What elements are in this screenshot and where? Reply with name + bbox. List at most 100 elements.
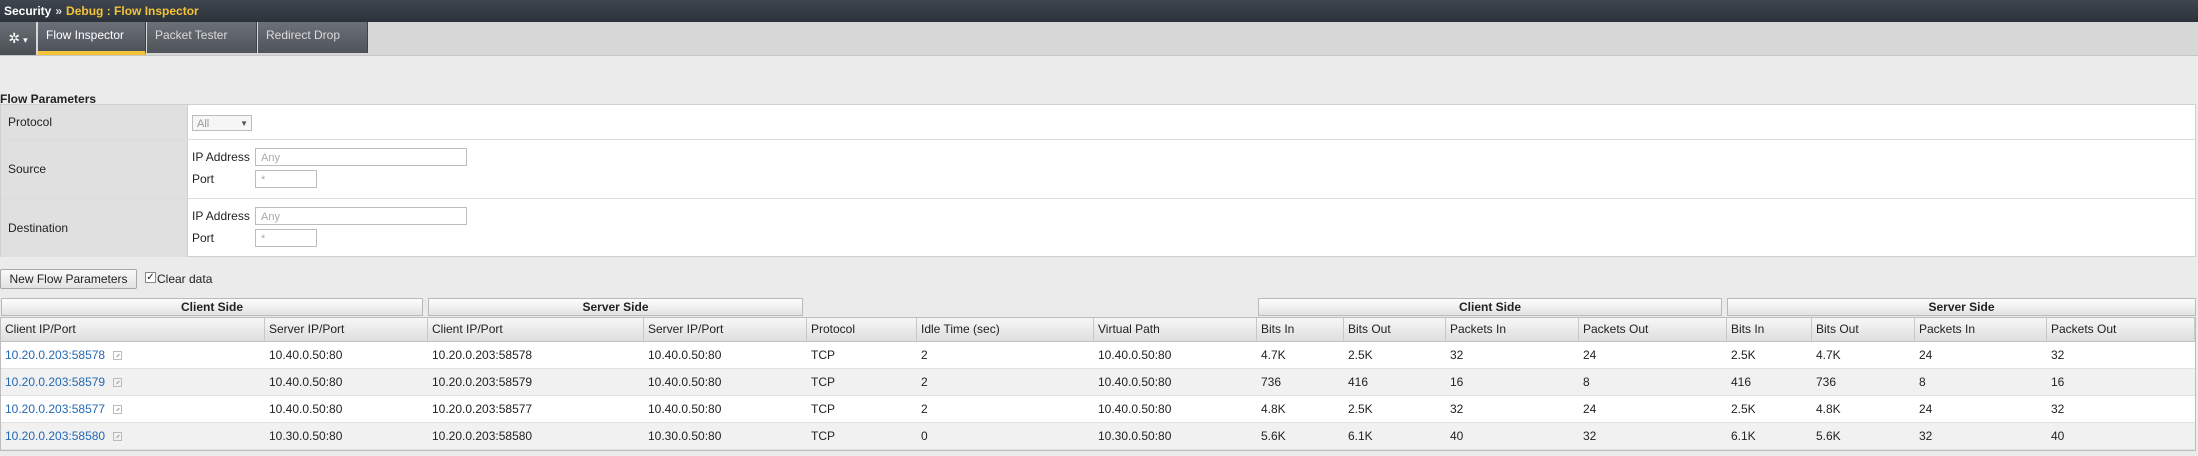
flows-table: Client IP/Port Server IP/Port Client IP/Po… — [0, 317, 2196, 451]
cell-server-bits-in: 2.5K — [1731, 402, 1756, 416]
open-detail-icon[interactable] — [113, 351, 123, 361]
source-port-placeholder: * — [261, 174, 266, 186]
cell-server-ip-port: 10.30.0.50:80 — [269, 429, 343, 443]
cell-server-bits-in: 2.5K — [1731, 348, 1756, 362]
cell-server-packets-in: 24 — [1919, 402, 1933, 416]
column-header-virtual-path[interactable]: Virtual Path — [1094, 318, 1257, 341]
cell-server-ip-port: 10.40.0.50:80 — [269, 402, 343, 416]
source-ip-placeholder: Any — [261, 152, 280, 164]
column-header-client-bits-out[interactable]: Bits Out — [1344, 318, 1446, 341]
cell-idle-time: 0 — [921, 429, 928, 443]
cell-client-packets-out: 24 — [1583, 348, 1597, 362]
cell-client-packets-out: 24 — [1583, 402, 1597, 416]
source-label: Source — [1, 140, 188, 198]
column-header-server-bits-in[interactable]: Bits In — [1727, 318, 1812, 341]
breadcrumb: Security » Debug : Flow Inspector — [0, 0, 2198, 22]
column-header-idle-time[interactable]: Idle Time (sec) — [917, 318, 1094, 341]
table-body: 10.20.0.203:58578 10.40.0.50:80 10.20.0.20… — [1, 342, 2195, 450]
cell-client-bits-out: 6.1K — [1348, 429, 1373, 443]
tab-flow-inspector[interactable]: Flow Inspector — [38, 22, 146, 55]
cell-server-side-server-ip-port: 10.40.0.50:80 — [648, 375, 722, 389]
cell-client-packets-in: 40 — [1450, 429, 1464, 443]
destination-row: Destination IP Address Any Port * — [1, 199, 2195, 257]
column-header-server-ip-port[interactable]: Server IP/Port — [265, 318, 428, 341]
cell-server-side-client-ip-port: 10.20.0.203:58580 — [432, 429, 533, 443]
destination-ip-placeholder: Any — [261, 211, 280, 223]
table-header-row: Client IP/Port Server IP/Port Client IP/Po… — [1, 318, 2195, 342]
cell-protocol: TCP — [811, 375, 835, 389]
page-title: Debug : Flow Inspector — [66, 4, 199, 18]
cell-server-packets-in: 24 — [1919, 348, 1933, 362]
cell-client-bits-in: 736 — [1261, 375, 1282, 389]
tab-label: Flow Inspector — [46, 28, 125, 42]
breadcrumb-section[interactable]: Security — [0, 4, 51, 18]
cell-idle-time: 2 — [921, 348, 928, 362]
destination-ip-label: IP Address — [192, 209, 250, 223]
cell-client-bits-out: 2.5K — [1348, 348, 1373, 362]
cell-client-packets-out: 8 — [1583, 375, 1590, 389]
tab-packet-tester[interactable]: Packet Tester — [147, 22, 257, 53]
client-ip-link[interactable]: 10.20.0.203:58578 — [5, 348, 105, 362]
open-detail-icon[interactable] — [113, 432, 123, 442]
server-side-group-header: Server Side — [428, 298, 803, 316]
cell-server-packets-out: 40 — [2051, 429, 2065, 443]
client-ip-link[interactable]: 10.20.0.203:58579 — [5, 375, 105, 389]
destination-port-input[interactable]: * — [255, 229, 317, 247]
gear-menu-button[interactable]: ✲ ▾ — [0, 22, 36, 55]
cell-client-bits-in: 5.6K — [1261, 429, 1286, 443]
destination-port-label: Port — [192, 231, 215, 245]
destination-port-placeholder: * — [261, 233, 266, 245]
table-row[interactable]: 10.20.0.203:58578 10.40.0.50:80 10.20.0.20… — [1, 342, 2195, 369]
cell-server-side-client-ip-port: 10.20.0.203:58577 — [432, 402, 533, 416]
cell-server-packets-out: 32 — [2051, 348, 2065, 362]
column-header-server-packets-out[interactable]: Packets Out — [2047, 318, 2195, 341]
table-row[interactable]: 10.20.0.203:58580 10.30.0.50:80 10.20.0.20… — [1, 423, 2195, 450]
table-row[interactable]: 10.20.0.203:58577 10.40.0.50:80 10.20.0.20… — [1, 396, 2195, 423]
column-header-server-side-client-ip-port[interactable]: Client IP/Port — [428, 318, 644, 341]
cell-server-side-client-ip-port: 10.20.0.203:58579 — [432, 375, 533, 389]
table-row[interactable]: 10.20.0.203:58579 10.40.0.50:80 10.20.0.20… — [1, 369, 2195, 396]
cell-server-side-server-ip-port: 10.40.0.50:80 — [648, 348, 722, 362]
cell-server-ip-port: 10.40.0.50:80 — [269, 375, 343, 389]
cell-client-bits-out: 2.5K — [1348, 402, 1373, 416]
protocol-row: Protocol All ▼ — [1, 105, 2195, 140]
cell-server-side-server-ip-port: 10.30.0.50:80 — [648, 429, 722, 443]
client-ip-link[interactable]: 10.20.0.203:58577 — [5, 402, 105, 416]
tab-label: Packet Tester — [155, 28, 228, 42]
column-header-protocol[interactable]: Protocol — [807, 318, 917, 341]
cell-virtual-path: 10.30.0.50:80 — [1098, 429, 1172, 443]
source-port-input[interactable]: * — [255, 170, 317, 188]
cell-client-bits-in: 4.7K — [1261, 348, 1286, 362]
cell-protocol: TCP — [811, 402, 835, 416]
column-header-client-packets-out[interactable]: Packets Out — [1579, 318, 1727, 341]
open-detail-icon[interactable] — [113, 405, 123, 415]
client-ip-link[interactable]: 10.20.0.203:58580 — [5, 429, 105, 443]
source-ip-input[interactable]: Any — [255, 148, 467, 166]
cell-server-bits-out: 5.6K — [1816, 429, 1841, 443]
column-header-server-bits-out[interactable]: Bits Out — [1812, 318, 1915, 341]
protocol-select[interactable]: All ▼ — [192, 115, 252, 131]
cell-client-packets-in: 32 — [1450, 348, 1464, 362]
column-header-client-ip-port[interactable]: Client IP/Port — [1, 318, 265, 341]
flow-parameters-table: Protocol All ▼ Source IP Address Any Por… — [0, 104, 2196, 257]
column-header-server-packets-in[interactable]: Packets In — [1915, 318, 2047, 341]
cell-client-bits-in: 4.8K — [1261, 402, 1286, 416]
server-side-stats-group-header: Server Side — [1727, 298, 2196, 316]
cell-protocol: TCP — [811, 429, 835, 443]
cell-client-packets-in: 16 — [1450, 375, 1464, 389]
column-header-client-packets-in[interactable]: Packets In — [1446, 318, 1579, 341]
cell-client-ip-port: 10.20.0.203:58580 — [1, 423, 123, 449]
column-header-server-side-server-ip-port[interactable]: Server IP/Port — [644, 318, 807, 341]
clear-data-checkbox[interactable]: ✓ — [145, 272, 156, 283]
cell-client-packets-out: 32 — [1583, 429, 1597, 443]
tab-redirect-drop[interactable]: Redirect Drop — [258, 22, 368, 53]
cell-virtual-path: 10.40.0.50:80 — [1098, 348, 1172, 362]
new-flow-parameters-button[interactable]: New Flow Parameters — [0, 269, 137, 289]
tab-bar: ✲ ▾ Flow Inspector Packet Tester Redirect… — [0, 22, 2198, 56]
cell-server-ip-port: 10.40.0.50:80 — [269, 348, 343, 362]
open-detail-icon[interactable] — [113, 378, 123, 388]
cell-client-bits-out: 416 — [1348, 375, 1369, 389]
protocol-label: Protocol — [1, 105, 188, 139]
column-header-client-bits-in[interactable]: Bits In — [1257, 318, 1344, 341]
destination-ip-input[interactable]: Any — [255, 207, 467, 225]
